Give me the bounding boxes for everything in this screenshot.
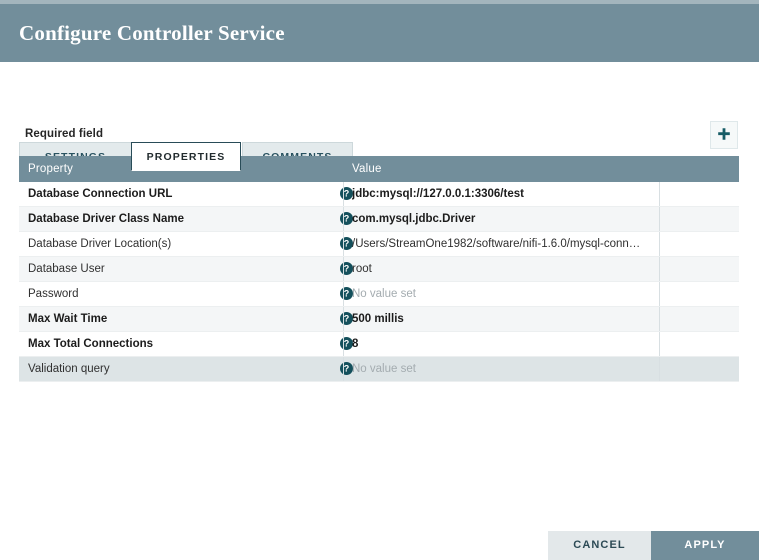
svg-text:?: ? xyxy=(344,289,350,299)
dialog-title-bar: Configure Controller Service xyxy=(0,0,759,62)
property-value-cell[interactable]: jdbc:mysql://127.0.0.1:3306/test xyxy=(352,182,652,206)
apply-button[interactable]: APPLY xyxy=(651,531,759,560)
table-row[interactable]: Database Driver Class Name? com.mysql.jdb… xyxy=(19,207,739,232)
column-divider xyxy=(343,257,344,281)
column-divider xyxy=(659,207,660,231)
cancel-button[interactable]: CANCEL xyxy=(548,531,651,560)
tab-strip: SETTINGS PROPERTIES COMMENTS xyxy=(0,62,759,173)
column-divider xyxy=(659,182,660,206)
column-divider xyxy=(659,232,660,256)
table-row[interactable]: Database Driver Location(s)?/Users/Strea… xyxy=(19,232,739,257)
column-divider xyxy=(659,357,660,381)
svg-text:?: ? xyxy=(344,214,350,224)
column-divider xyxy=(659,332,660,356)
svg-text:?: ? xyxy=(344,364,350,374)
plus-icon xyxy=(716,127,732,143)
column-divider xyxy=(659,257,660,281)
property-value-cell[interactable]: 500 millis xyxy=(352,307,652,331)
properties-table: Property Value Database Connection URL? j… xyxy=(19,156,739,382)
tab-properties[interactable]: PROPERTIES xyxy=(131,142,241,171)
table-row[interactable]: Password? No value set xyxy=(19,282,739,307)
column-divider xyxy=(659,282,660,306)
add-property-button[interactable] xyxy=(710,121,738,149)
svg-text:?: ? xyxy=(344,264,350,274)
property-value-cell[interactable]: /Users/StreamOne1982/software/nifi-1.6.0… xyxy=(352,232,652,256)
table-header-row: Property Value xyxy=(19,156,739,182)
table-body: Database Connection URL? jdbc:mysql://127… xyxy=(19,182,739,382)
column-divider xyxy=(343,207,344,231)
svg-text:?: ? xyxy=(344,239,350,249)
property-name-cell: Max Total Connections xyxy=(28,338,154,350)
property-name-cell: Database User xyxy=(28,263,105,275)
property-value-cell[interactable]: 8 xyxy=(352,332,652,356)
column-header-value: Value xyxy=(352,163,382,175)
table-row[interactable]: Database Connection URL? jdbc:mysql://127… xyxy=(19,182,739,207)
required-field-legend: Required field xyxy=(25,128,104,140)
table-row[interactable]: Max Wait Time? 500 millis xyxy=(19,307,739,332)
svg-text:?: ? xyxy=(344,314,350,324)
column-divider xyxy=(343,282,344,306)
configure-controller-service-dialog: Configure Controller Service SETTINGS PR… xyxy=(0,0,759,560)
column-divider xyxy=(659,307,660,331)
svg-text:?: ? xyxy=(344,339,350,349)
table-row[interactable]: Max Total Connections? 8 xyxy=(19,332,739,357)
column-divider xyxy=(343,307,344,331)
column-divider xyxy=(343,232,344,256)
dialog-footer: CANCEL APPLY xyxy=(0,531,759,560)
property-value-cell[interactable]: No value set xyxy=(352,357,652,381)
table-row[interactable]: Validation query? No value set xyxy=(19,357,739,382)
property-value-cell[interactable]: com.mysql.jdbc.Driver xyxy=(352,207,652,231)
column-divider xyxy=(343,332,344,356)
column-divider xyxy=(343,357,344,381)
column-header-property: Property xyxy=(28,163,74,175)
property-name-cell: Database Connection URL xyxy=(28,188,173,200)
property-value-cell[interactable]: No value set xyxy=(352,282,652,306)
svg-text:?: ? xyxy=(344,189,350,199)
property-name-cell: Password xyxy=(28,288,79,300)
property-name-cell: Max Wait Time xyxy=(28,313,108,325)
property-value-cell[interactable]: root xyxy=(352,257,652,281)
property-name-cell: Database Driver Class Name xyxy=(28,213,184,225)
column-divider xyxy=(343,182,344,206)
property-name-cell: Database Driver Location(s) xyxy=(28,238,172,250)
table-row[interactable]: Database User? root xyxy=(19,257,739,282)
property-name-cell: Validation query xyxy=(28,363,110,375)
dialog-title: Configure Controller Service xyxy=(19,21,285,45)
